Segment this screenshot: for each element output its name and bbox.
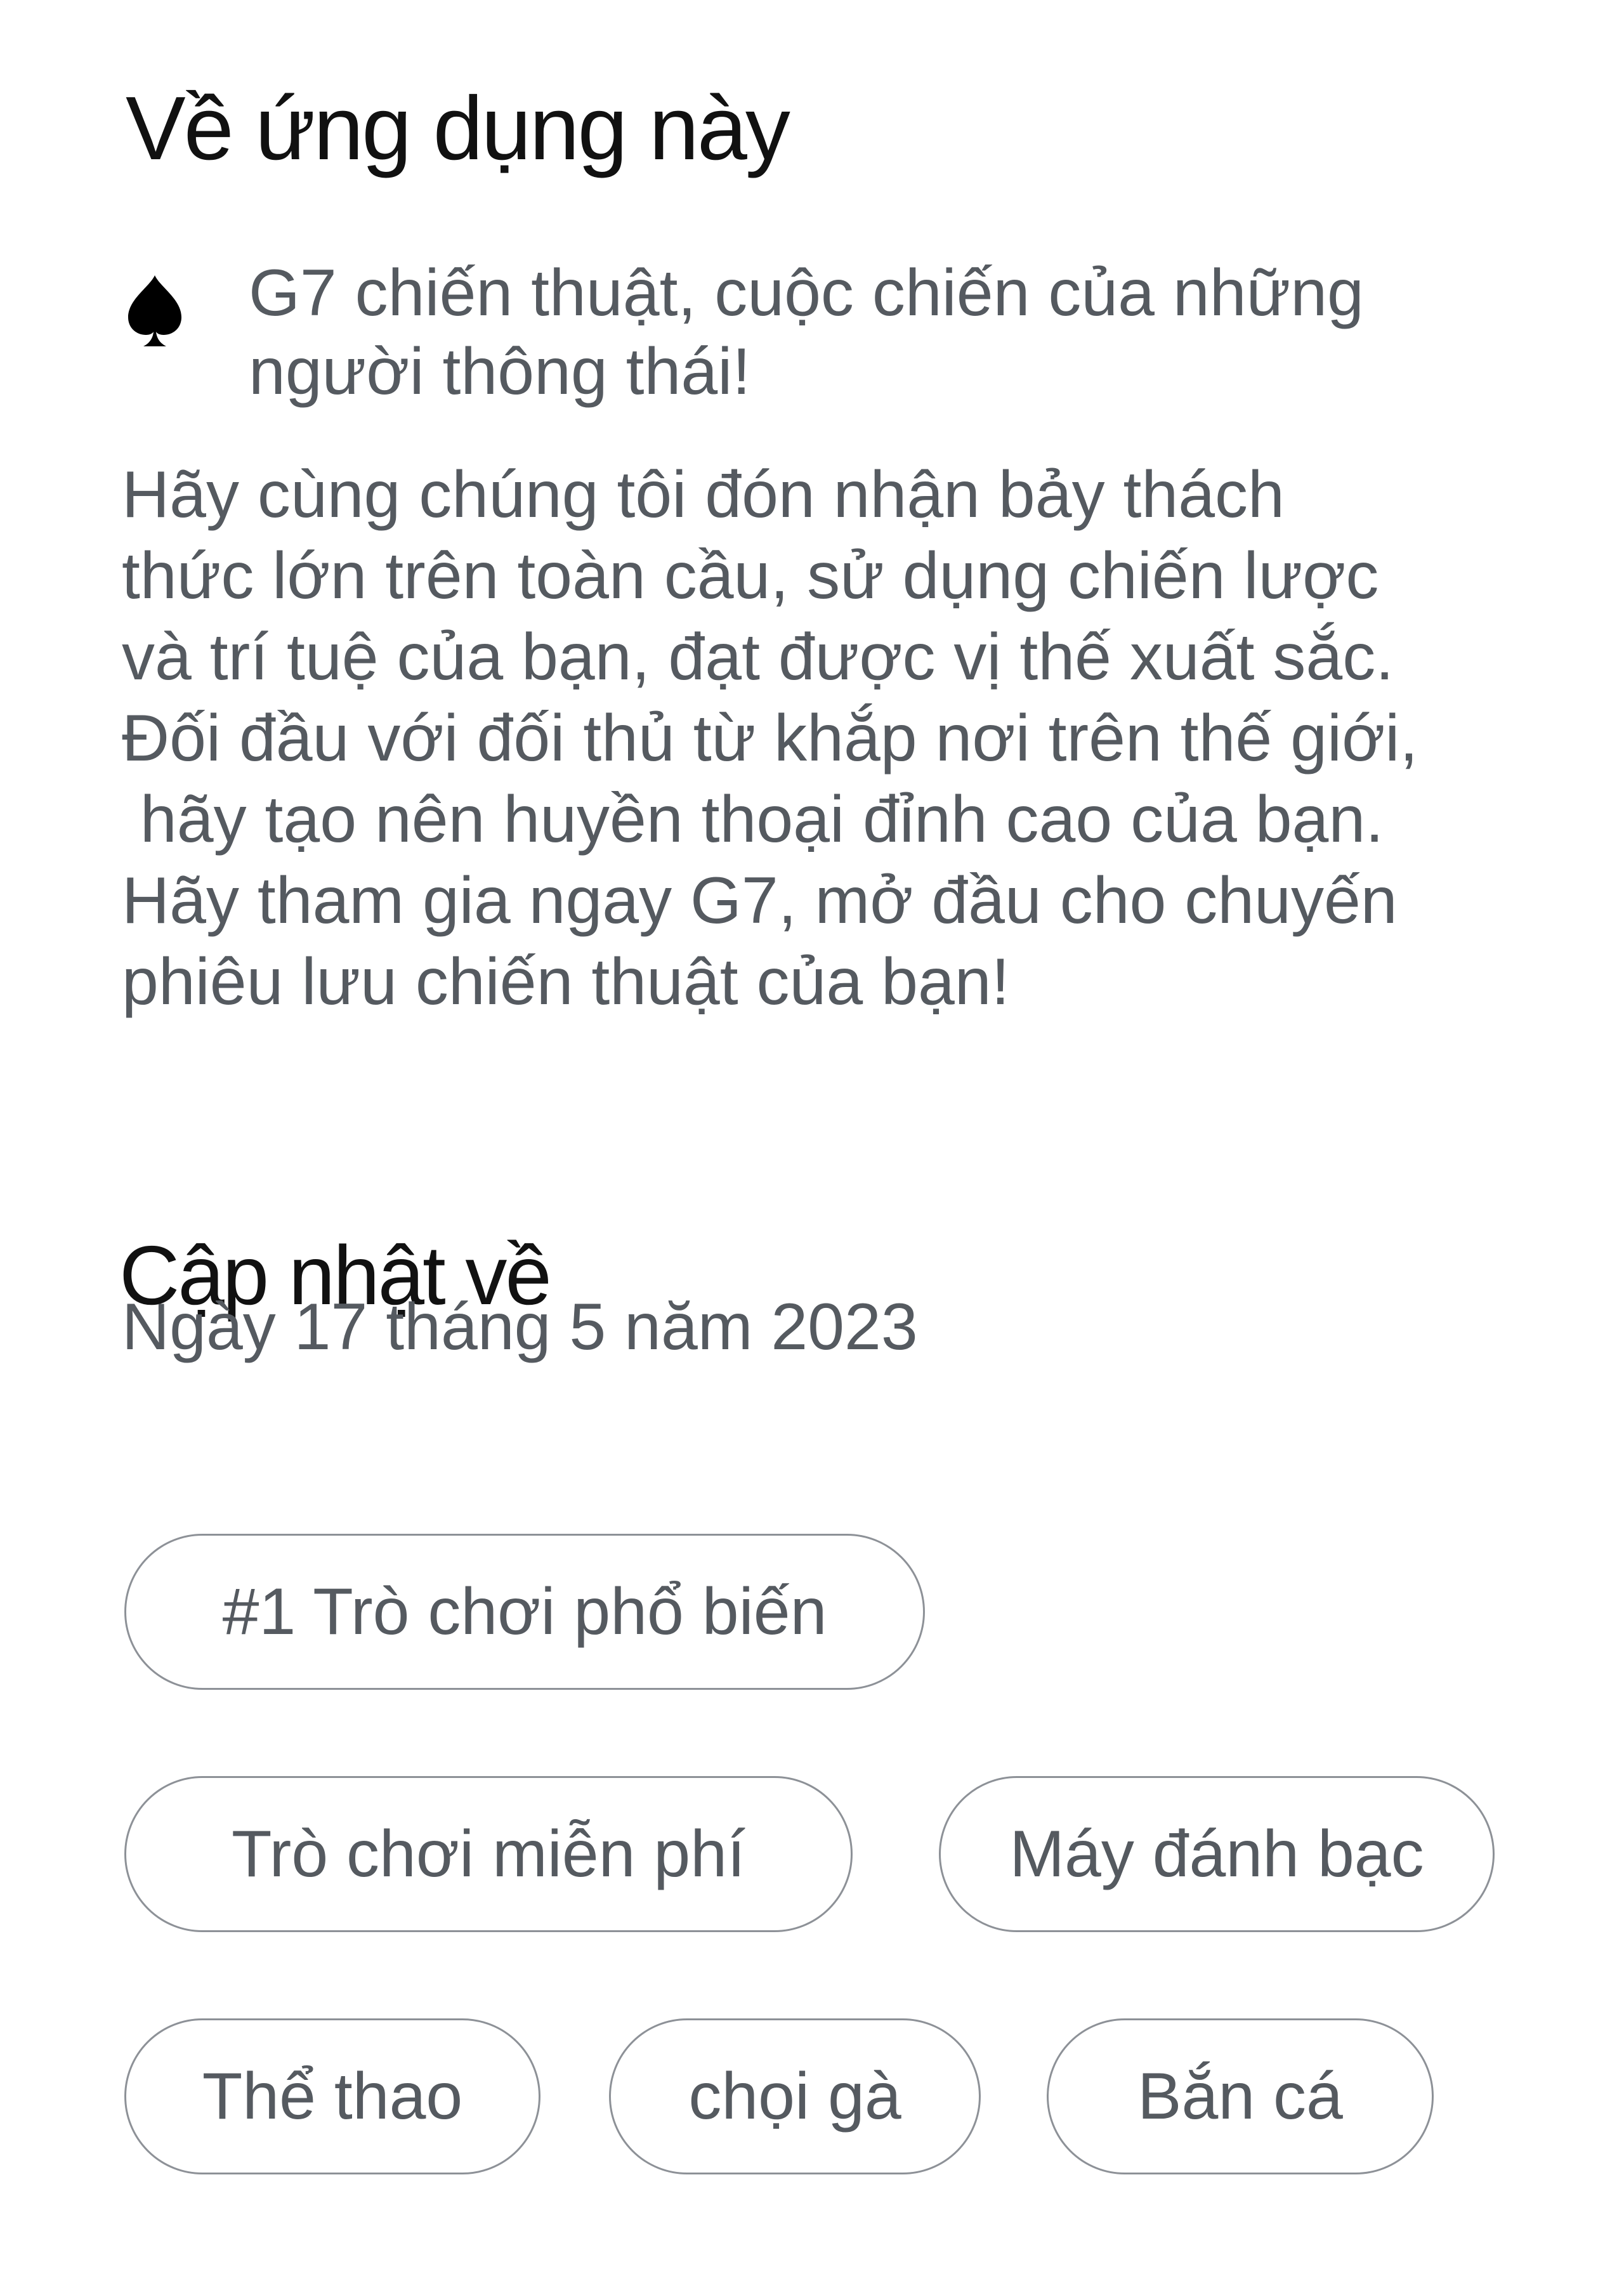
description-line: Đối đầu với đối thủ từ khắp nơi trên thế… [122,702,1418,775]
description-line: hãy tạo nên huyền thoại đỉnh cao của bạn… [122,783,1384,856]
description-line: Hãy cùng chúng tôi đón nhận bảy thách [122,458,1285,532]
tag-chip-popular-game[interactable]: #1 Trò chơi phổ biến [124,1534,925,1690]
tagline-text: G7 chiến thuật, cuộc chiến của những ngư… [249,256,1364,408]
description-line: phiêu lưu chiến thuật của bạn! [122,945,1010,1019]
description-line: và trí tuệ của bạn, đạt được vị thế xuất… [122,620,1394,694]
tag-chip-slot-machine[interactable]: Máy đánh bạc [939,1776,1495,1932]
tag-chip-free-game[interactable]: Trò chơi miễn phí [124,1776,853,1932]
about-app-heading: Về ứng dụng này [126,78,790,180]
tag-chip-cockfighting[interactable]: chọi gà [609,2018,981,2174]
description-line: thức lớn trên toàn cầu, sử dụng chiến lư… [122,539,1379,613]
description-line: Hãy tham gia ngay G7, mở đầu cho chuyến [122,864,1398,938]
spade-icon [128,275,181,346]
update-date: Ngày 17 tháng 5 năm 2023 [122,1290,918,1364]
tag-chip-fish-shooting[interactable]: Bắn cá [1047,2018,1434,2174]
app-description: Hãy cùng chúng tôi đón nhận bảy thách th… [122,454,1517,1023]
tag-chip-sports[interactable]: Thể thao [124,2018,540,2174]
